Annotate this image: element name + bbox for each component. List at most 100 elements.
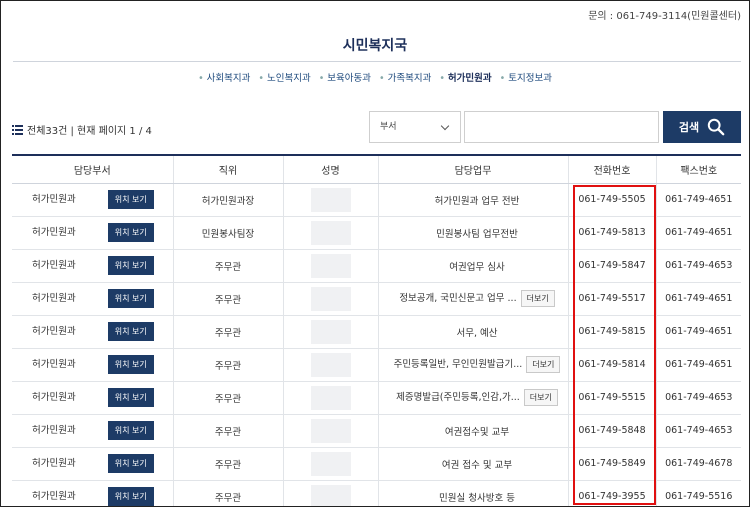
duty-cell: 허가민원과 업무 전반 [377,183,568,217]
dept-cell: 허가민원과 위치 보기 [12,315,173,349]
fax-cell: 061-749-4651 [655,216,741,250]
position-cell: 주무관 [172,315,283,349]
duty-cell: 주민등록일반, 무인민원발급기... 더보기 [377,348,568,382]
subnav-item-label: 사회복지과 [206,73,251,84]
subnav-item-label: 가족복지과 [387,73,432,84]
header-dept: 담당부서 [12,154,173,184]
more-button[interactable]: 더보기 [526,356,561,373]
page-title: 시민복지국 [342,38,408,54]
duty-text: 주민등록일반, 무인민원발급기... [393,359,523,370]
fax-cell: 061-749-4651 [655,183,741,217]
subnav-item[interactable]: • 허가민원과 [439,73,491,84]
chevron-down-icon [440,121,450,131]
position-cell: 주무관 [172,381,283,415]
position-cell: 주무관 [172,414,283,448]
dept-cell: 허가민원과 위치 보기 [12,414,173,448]
blurred-name [310,484,351,506]
blurred-name [310,253,351,278]
view-location-button[interactable]: 위치 보기 [107,421,154,440]
bullet-icon: • [439,73,445,84]
blurred-name [310,451,351,476]
view-location-button[interactable]: 위치 보기 [107,223,154,242]
blurred-name [310,418,351,443]
department-select[interactable]: 부서 [369,111,461,143]
view-location-button[interactable]: 위치 보기 [107,256,154,275]
name-cell [282,447,378,481]
search-button[interactable]: 검색 [663,111,741,143]
dept-name: 허가민원과 [32,194,76,205]
table-header-row: 담당부서 직위 성명 담당업무 전화번호 팩스번호 [12,154,741,184]
position-cell: 주무관 [172,249,283,283]
subnav-item-label: 보육아동과 [327,73,371,84]
duty-cell: 민원실 청사방호 등 [377,480,568,506]
search-input[interactable] [464,111,659,143]
duty-cell: 여권 접수 및 교부 [377,447,568,481]
dept-cell: 허가민원과 위치 보기 [12,480,173,506]
subnav-item[interactable]: • 노인복지과 [258,73,310,84]
subnav-item[interactable]: • 보육아동과 [319,73,371,84]
dept-name: 허가민원과 [32,458,76,469]
view-location-button[interactable]: 위치 보기 [107,289,154,308]
bullet-icon: • [379,73,385,84]
subnav-item[interactable]: • 가족복지과 [379,73,431,84]
duty-cell: 민원봉사팀 업무전반 [377,216,568,250]
fax-cell: 061-749-4651 [655,282,741,316]
dept-cell: 허가민원과 위치 보기 [12,183,173,217]
list-icon [12,125,23,135]
duty-text: 민원봉사팀 업무전반 [436,228,518,240]
view-location-button[interactable]: 위치 보기 [107,454,154,473]
blurred-name [310,187,351,212]
name-cell [282,249,378,283]
duty-text: 여권접수및 교부 [444,426,510,438]
bullet-icon: • [318,73,325,84]
position-cell: 주무관 [172,348,283,382]
view-location-button[interactable]: 위치 보기 [107,190,154,209]
duty-text: 정보공개, 국민신문고 업무 ... [399,293,517,304]
bullet-icon: • [499,73,506,84]
sub-navigation: • 사회복지과 • 노인복지과 • 보육아동과 • 가족복지과 • 허가민원과 • 토지정보과 [1,70,749,84]
subnav-item[interactable]: • 사회복지과 [198,73,250,84]
dept-name: 허가민원과 [32,260,76,271]
position-cell: 주무관 [172,480,283,506]
subnav-item-label: 노인복지과 [266,73,311,84]
dept-name: 허가민원과 [32,359,76,370]
dept-cell: 허가민원과 위치 보기 [12,447,173,481]
duty-text: 민원실 청사방호 등 [439,492,515,504]
search-button-label: 검색 [678,121,700,134]
header-fax: 팩스번호 [655,154,741,184]
title-divider [13,61,741,62]
name-cell [282,282,378,316]
view-location-button[interactable]: 위치 보기 [107,487,154,506]
name-cell [282,381,378,415]
dept-name: 허가민원과 [32,293,76,304]
dept-cell: 허가민원과 위치 보기 [12,348,173,382]
subnav-item[interactable]: • 토지정보과 [500,73,552,84]
more-button[interactable]: 더보기 [520,290,555,307]
fax-cell: 061-749-4653 [655,249,741,283]
page-frame: 문의 : 061-749-3114(민원콜센터) 시민복지국 • 사회복지과 • 노인… [0,0,750,507]
bullet-icon: • [198,73,204,84]
duty-cell: 정보공개, 국민신문고 업무 ... 더보기 [377,282,568,316]
position-cell: 허가민원과장 [172,183,283,217]
duty-text: 허가민원과 업무 전반 [434,195,520,207]
view-location-button[interactable]: 위치 보기 [107,322,154,341]
blurred-name [310,220,351,245]
duty-text: 여권업무 심사 [449,261,505,273]
blurred-name [310,286,351,311]
subnav-item-label: 허가민원과 [447,73,492,84]
fax-cell: 061-749-4651 [655,348,741,382]
duty-cell: 제증명발급(주민등록,인감,가... 더보기 [377,381,568,415]
phone-column-highlight [573,185,656,505]
name-cell [282,183,378,217]
bullet-icon: • [258,73,264,84]
fax-cell: 061-749-4653 [655,381,741,415]
view-location-button[interactable]: 위치 보기 [107,388,154,407]
duty-text: 여권 접수 및 교부 [441,459,513,471]
dept-name: 허가민원과 [32,491,76,502]
dept-name: 허가민원과 [32,227,76,238]
view-location-button[interactable]: 위치 보기 [107,355,154,374]
name-cell [282,216,378,250]
more-button[interactable]: 더보기 [523,389,558,406]
department-select-value: 부서 [380,122,397,132]
duty-text: 서무, 예산 [456,327,498,339]
